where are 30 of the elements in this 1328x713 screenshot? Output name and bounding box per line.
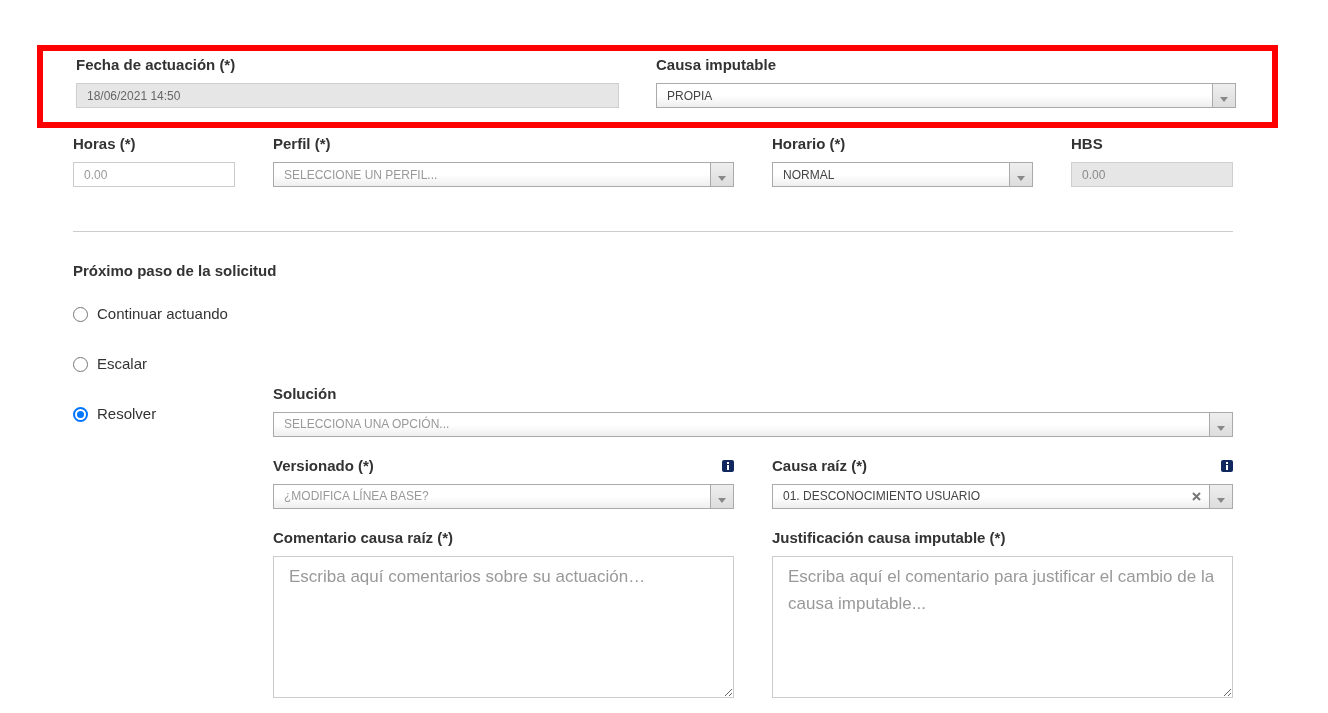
- field-label: Causa imputable: [656, 56, 777, 74]
- field-label: Perfil (*): [273, 135, 331, 153]
- info-icon[interactable]: [1221, 459, 1233, 472]
- field-label: Comentario causa raíz (*): [273, 528, 454, 547]
- caret-icon: [718, 497, 726, 503]
- select-field[interactable]: NORMAL: [772, 162, 1033, 187]
- field-label: Horas (*): [73, 135, 136, 153]
- comment-field[interactable]: Escriba aquí comentarios sobre su actuación…: [273, 555, 734, 698]
- clear-icon[interactable]: [1192, 491, 1201, 501]
- field-label: Causa raíz (*): [772, 456, 868, 475]
- field-label: Solución: [273, 384, 337, 403]
- radio-option[interactable]: Continuar actuando: [73, 304, 273, 325]
- field-label: Horario (*): [772, 135, 846, 153]
- select-field[interactable]: 01. DESCONOCIMIENTO USUARIO: [772, 483, 1233, 509]
- field-label: HBS: [1071, 135, 1103, 153]
- radio-option[interactable]: Resolver: [73, 404, 273, 425]
- field-label: Fecha de actuación (*): [76, 56, 236, 74]
- caret-icon: [1217, 497, 1225, 503]
- caret-icon: [1017, 176, 1025, 181]
- caret-icon: [1220, 97, 1228, 102]
- comment-field[interactable]: Escriba aquí el comentario para justificar el cambio de la causa imputable...: [772, 555, 1233, 698]
- field-label: Justificación causa imputable (*): [772, 528, 1006, 547]
- select-field[interactable]: PROPIA: [656, 83, 1236, 108]
- field-label: Versionado (*): [273, 456, 374, 475]
- section-title: Próximo paso de la solicitud: [73, 261, 278, 281]
- caret-icon: [1217, 425, 1225, 431]
- text-field[interactable]: 0.00: [73, 162, 235, 187]
- info-icon[interactable]: [722, 459, 734, 472]
- caret-icon: [718, 176, 726, 181]
- radio-option[interactable]: Escalar: [73, 354, 273, 375]
